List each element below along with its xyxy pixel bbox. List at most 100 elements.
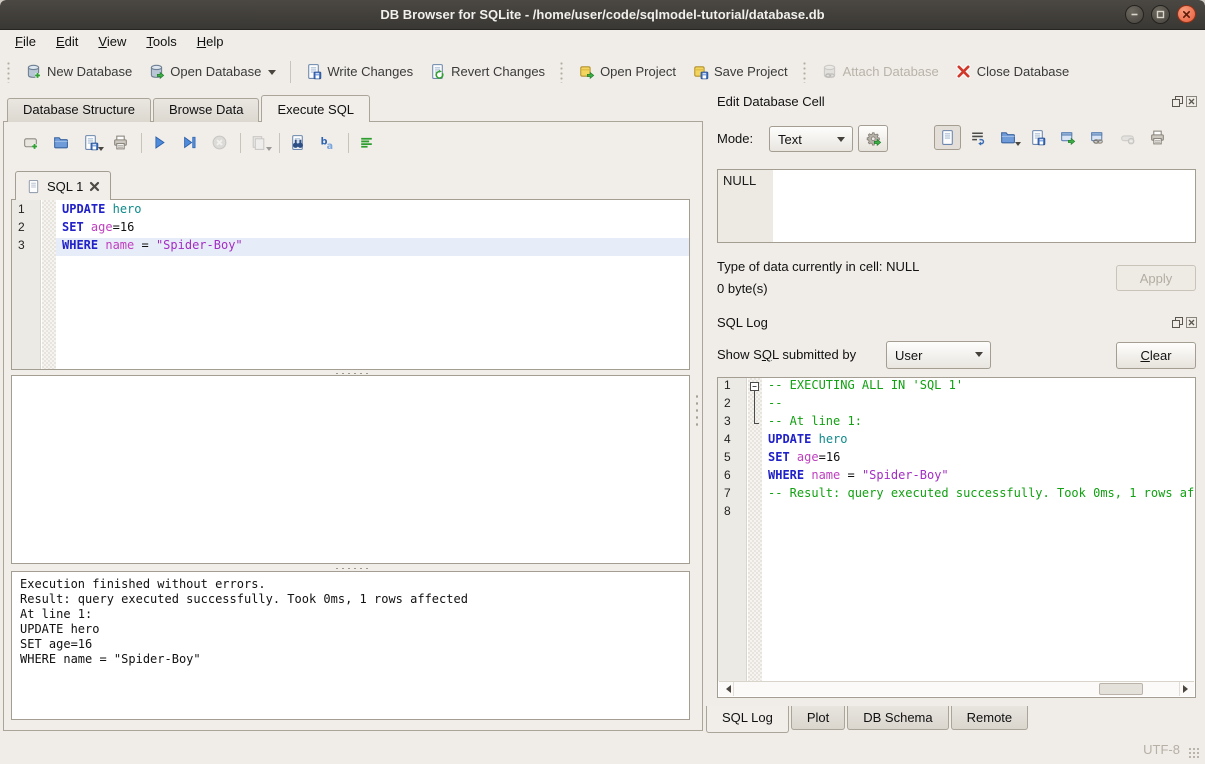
menu-file[interactable]: File xyxy=(5,32,46,52)
write-changes-icon xyxy=(305,63,322,80)
attach-database-button[interactable]: Attach Database xyxy=(813,59,947,84)
copy-as-link-button[interactable] xyxy=(1084,125,1111,150)
open-in-external-app-button[interactable] xyxy=(1054,125,1081,150)
sql-log-filter-select[interactable]: User xyxy=(886,341,991,369)
text-mode-button[interactable] xyxy=(934,125,961,150)
right-panel: Edit Database Cell Mode: Text NULL Type … xyxy=(705,90,1205,734)
word-wrap-icon xyxy=(969,129,986,146)
close-database-button[interactable]: Close Database xyxy=(947,59,1078,84)
write-changes-button[interactable]: Write Changes xyxy=(297,59,421,84)
import-data-button[interactable] xyxy=(994,125,1021,150)
save-sql-file-button[interactable] xyxy=(77,130,104,155)
cell-editor-toolbar xyxy=(934,125,1174,150)
print-cell-button[interactable] xyxy=(1144,125,1171,150)
resize-grip[interactable] xyxy=(1188,747,1201,760)
results-pane[interactable] xyxy=(11,375,690,564)
tab-sql-log[interactable]: SQL Log xyxy=(706,706,789,733)
sql-tab-label: SQL 1 xyxy=(47,179,83,194)
scrollbar-thumb[interactable] xyxy=(1099,683,1143,695)
open-sql-file-icon xyxy=(52,134,69,151)
close-button[interactable] xyxy=(1177,5,1196,23)
message-line: At line 1: xyxy=(20,607,681,622)
sql-log-view[interactable]: 1-- EXECUTING ALL IN 'SQL 1'2--3-- At li… xyxy=(717,377,1196,698)
window-title: DB Browser for SQLite - /home/user/code/… xyxy=(0,0,1205,30)
stop-execution-button[interactable] xyxy=(206,130,233,155)
open-sql-file-button[interactable] xyxy=(47,130,74,155)
new-database-icon xyxy=(25,63,42,80)
close-dock-icon[interactable] xyxy=(1186,317,1197,328)
apply-button[interactable]: Apply xyxy=(1116,265,1196,291)
panel-splitter[interactable] xyxy=(694,393,700,427)
minimize-button[interactable] xyxy=(1125,5,1144,24)
open-database-icon xyxy=(148,63,165,80)
tab-database-structure[interactable]: Database Structure xyxy=(7,98,151,122)
undock-icon[interactable] xyxy=(1172,96,1183,107)
save-results-icon xyxy=(250,134,267,151)
message-line: Execution finished without errors. xyxy=(20,577,681,592)
scroll-left-arrow-icon[interactable] xyxy=(719,682,734,696)
import-data-icon xyxy=(999,129,1016,146)
save-project-button[interactable]: Save Project xyxy=(684,59,796,84)
message-line: Result: query executed successfully. Too… xyxy=(20,592,681,607)
revert-changes-button[interactable]: Revert Changes xyxy=(421,59,553,84)
tab-plot[interactable]: Plot xyxy=(791,706,845,730)
save-sql-file-icon xyxy=(82,134,99,151)
find-in-sql-icon xyxy=(289,134,306,151)
print-sql-button[interactable] xyxy=(107,130,134,155)
execute-current-line-button[interactable] xyxy=(176,130,203,155)
tab-remote[interactable]: Remote xyxy=(951,706,1029,730)
fold-pipe-icon[interactable] xyxy=(748,396,762,414)
execution-message-pane[interactable]: Execution finished without errors.Result… xyxy=(11,571,690,720)
cell-editor[interactable]: NULL xyxy=(717,169,1196,243)
new-database-button[interactable]: New Database xyxy=(17,59,140,84)
code-line-2: 2-- xyxy=(718,396,1195,414)
tab-browse-data[interactable]: Browse Data xyxy=(153,98,259,122)
maximize-button[interactable] xyxy=(1151,5,1170,24)
auto-apply-button[interactable] xyxy=(858,125,888,152)
open-database-button[interactable]: Open Database xyxy=(140,59,284,84)
toolbar-separator xyxy=(279,133,280,153)
cell-size-info: 0 byte(s) xyxy=(717,281,768,296)
results-message-splitter[interactable] xyxy=(11,566,690,570)
titlebar[interactable]: DB Browser for SQLite - /home/user/code/… xyxy=(0,0,1205,30)
sql-log-filter-value: User xyxy=(895,348,922,363)
menu-help[interactable]: Help xyxy=(187,32,234,52)
open-new-tab-button[interactable] xyxy=(17,130,44,155)
save-project-label: Save Project xyxy=(714,64,788,79)
find-in-sql-button[interactable] xyxy=(284,130,311,155)
status-encoding: UTF-8 xyxy=(1143,742,1180,757)
sql-editor-toolbar: ba xyxy=(17,130,383,155)
menu-edit[interactable]: Edit xyxy=(46,32,88,52)
execute-all-button[interactable] xyxy=(146,130,173,155)
tab-db-schema[interactable]: DB Schema xyxy=(847,706,948,730)
dropdown-arrow-icon xyxy=(268,70,276,79)
set-as-null-icon xyxy=(1119,129,1136,146)
sql-document-tab[interactable]: SQL 1 xyxy=(15,171,111,200)
execute-all-icon xyxy=(151,134,168,151)
export-data-button[interactable] xyxy=(1024,125,1051,150)
toggle-line-display-button[interactable] xyxy=(353,130,380,155)
sql-editor[interactable]: 1UPDATE hero2SET age=163WHERE name = "Sp… xyxy=(11,199,690,370)
open-project-button[interactable]: Open Project xyxy=(570,59,684,84)
format-sql-button[interactable]: ba xyxy=(314,130,341,155)
close-dock-icon[interactable] xyxy=(1186,96,1197,107)
word-wrap-button[interactable] xyxy=(964,125,991,150)
log-horizontal-scrollbar[interactable] xyxy=(719,681,1194,696)
clear-log-button[interactable]: Clear xyxy=(1116,342,1196,369)
message-line: UPDATE hero xyxy=(20,622,681,637)
fold-box-icon[interactable] xyxy=(748,378,762,396)
menu-tools[interactable]: Tools xyxy=(136,32,186,52)
close-tab-icon[interactable] xyxy=(89,181,100,192)
tab-execute-sql[interactable]: Execute SQL xyxy=(261,95,370,122)
chevron-down-icon xyxy=(837,137,845,146)
scroll-right-arrow-icon[interactable] xyxy=(1179,682,1194,696)
undock-icon[interactable] xyxy=(1172,317,1183,328)
save-results-button[interactable] xyxy=(245,130,272,155)
set-as-null-button[interactable] xyxy=(1114,125,1141,150)
menu-view[interactable]: View xyxy=(88,32,136,52)
bottom-tabbar: SQL LogPlotDB SchemaRemote xyxy=(706,706,1028,733)
export-data-icon xyxy=(1029,129,1046,146)
mode-select[interactable]: Text xyxy=(769,126,853,152)
sql-log-code: 1-- EXECUTING ALL IN 'SQL 1'2--3-- At li… xyxy=(718,378,1195,681)
fold-corner-icon[interactable] xyxy=(748,414,762,432)
